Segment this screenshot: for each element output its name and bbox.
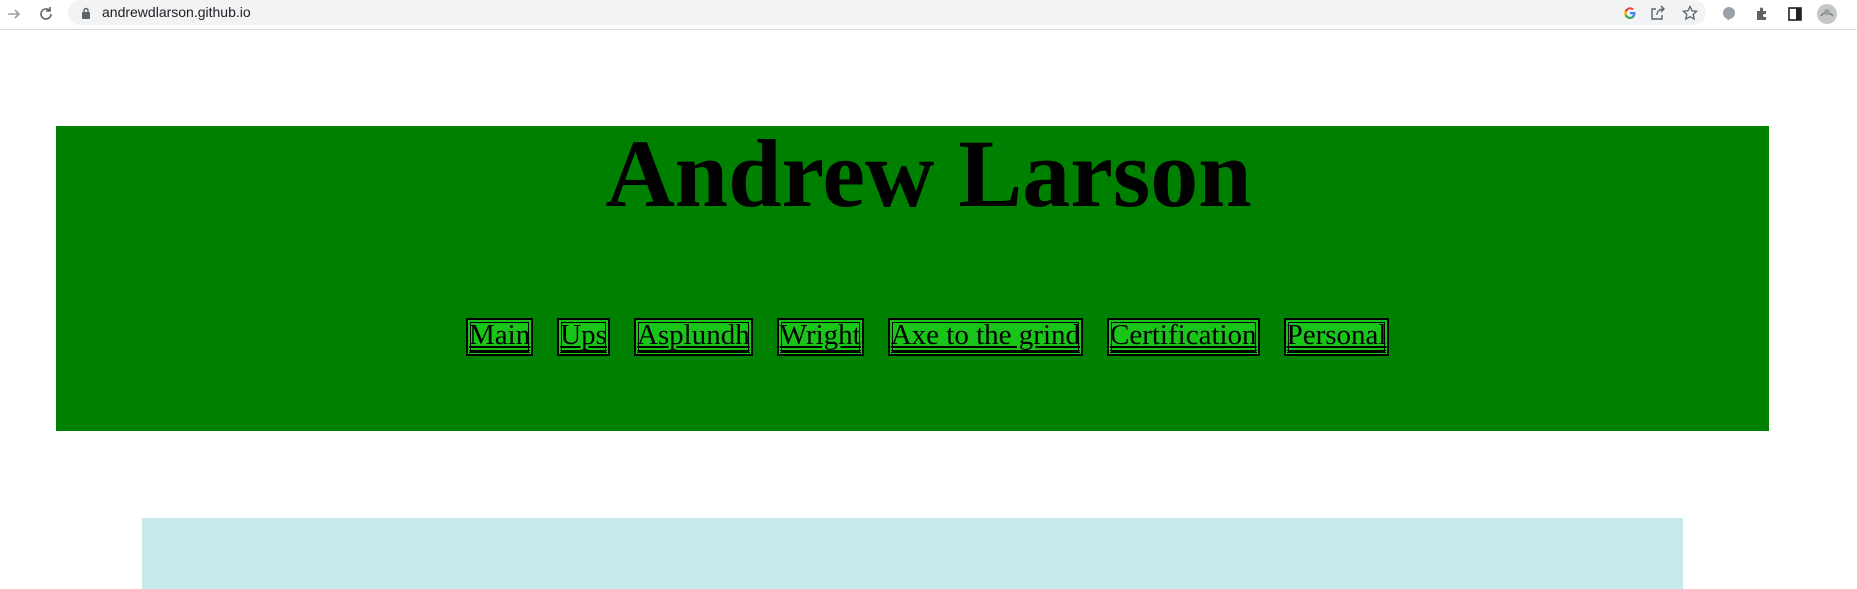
nav-link-axe-to-the-grind[interactable]: Axe to the grind <box>887 318 1083 356</box>
nav-link-label: Personal <box>1286 319 1387 353</box>
extensions-puzzle-icon[interactable] <box>1751 3 1773 25</box>
forward-icon[interactable] <box>3 3 25 25</box>
nav-link-label: Ups <box>560 319 607 353</box>
nav-link-asplundh[interactable]: Asplundh <box>633 318 753 356</box>
google-icon[interactable] <box>1620 3 1640 23</box>
nav-link-wright[interactable]: Wright <box>776 318 864 356</box>
main-nav: Main Ups Asplundh Wright Axe to the grin… <box>466 318 1390 356</box>
nav-link-personal[interactable]: Personal <box>1283 318 1390 356</box>
nav-link-label: Main <box>469 319 531 353</box>
reload-icon[interactable] <box>35 3 57 25</box>
site-title: Andrew Larson <box>605 120 1252 227</box>
address-bar[interactable]: andrewdlarson.github.io <box>68 0 1706 25</box>
nav-link-label: Asplundh <box>636 319 750 353</box>
lock-icon <box>81 6 91 24</box>
content-panel <box>142 518 1683 589</box>
nav-link-ups[interactable]: Ups <box>557 318 610 356</box>
nav-link-label: Wright <box>779 319 861 353</box>
share-icon[interactable] <box>1648 3 1668 23</box>
extension-balloon-icon[interactable] <box>1718 3 1740 25</box>
url-text: andrewdlarson.github.io <box>102 4 251 20</box>
bookmark-star-icon[interactable] <box>1680 3 1700 23</box>
nav-link-label: Certification <box>1110 319 1257 353</box>
nav-link-label: Axe to the grind <box>890 319 1080 353</box>
nav-link-main[interactable]: Main <box>466 318 534 356</box>
profile-avatar-icon[interactable] <box>1816 3 1838 25</box>
nav-link-certification[interactable]: Certification <box>1107 318 1260 356</box>
side-panel-icon[interactable] <box>1784 3 1806 25</box>
browser-toolbar: andrewdlarson.github.io <box>0 0 1857 30</box>
